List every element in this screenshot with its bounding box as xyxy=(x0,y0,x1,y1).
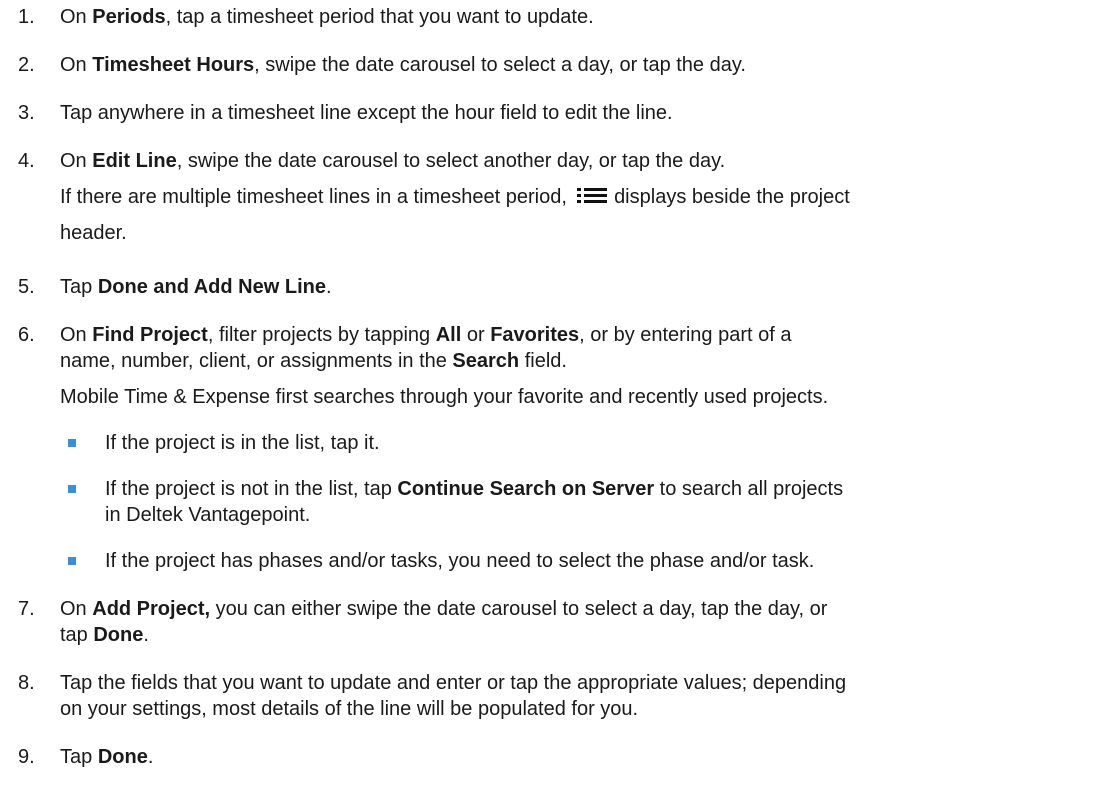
text-run: On xyxy=(60,324,93,346)
note-text: displays beside the project xyxy=(614,186,850,208)
list-icon xyxy=(576,186,607,206)
text-run: in Deltek Vantagepoint. xyxy=(105,504,311,526)
step-text: On Timesheet Hours, swipe the date carou… xyxy=(60,52,1102,79)
text-run: On xyxy=(60,6,93,28)
step-6-line-2: name, number, client, or assignments in … xyxy=(60,348,1102,375)
text-run: Tap xyxy=(60,276,98,298)
step-number: 4. xyxy=(18,150,35,172)
step-text: Tap Done. xyxy=(60,744,1102,771)
text-run: Tap anywhere in a timesheet line except … xyxy=(60,102,673,124)
bold-term: Periods xyxy=(92,6,166,28)
step-number: 5. xyxy=(18,276,35,298)
step-text: Tap Done and Add New Line. xyxy=(60,274,1102,301)
text-run: tap xyxy=(60,624,94,646)
bold-term: Edit Line xyxy=(92,150,177,172)
step-4-note: If there are multiple timesheet lines in… xyxy=(60,184,1102,211)
step-6-note: Mobile Time & Expense first searches thr… xyxy=(60,384,1102,411)
text-run: If the project is in the list, tap it. xyxy=(105,432,380,454)
text-run: , tap a timesheet period that you want t… xyxy=(165,6,594,28)
step-8-line-2: on your settings, most details of the li… xyxy=(60,696,1102,723)
text-run: , or by entering part of a xyxy=(579,324,792,346)
bullet-text: If the project is not in the list, tap C… xyxy=(105,476,1102,503)
text-run: On xyxy=(60,54,93,76)
bullet-text: If the project is in the list, tap it. xyxy=(105,430,1102,457)
bold-term: Add Project, xyxy=(92,598,211,620)
step-4-note-cont: header. xyxy=(60,220,1102,247)
step-text: On Periods, tap a timesheet period that … xyxy=(60,4,1102,31)
bullet-square-icon xyxy=(68,485,76,493)
text-run: you can either swipe the date carousel t… xyxy=(210,598,828,620)
step-number: 7. xyxy=(18,598,35,620)
text-run: or xyxy=(461,324,491,346)
step-number: 1. xyxy=(18,6,35,28)
text-run: Tap the fields that you want to update a… xyxy=(60,672,847,694)
text-run: , swipe the date carousel to select anot… xyxy=(176,150,726,172)
text-run: on your settings, most details of the li… xyxy=(60,698,639,720)
step-text: On Add Project, you can either swipe the… xyxy=(60,596,1102,623)
note-text: Mobile Time & Expense first searches thr… xyxy=(60,386,829,408)
text-run: On xyxy=(60,150,93,172)
step-7-line-2: tap Done. xyxy=(60,622,1102,649)
text-run: , swipe the date carousel to select a da… xyxy=(254,54,746,76)
text-run: . xyxy=(147,746,154,768)
step-text: Tap anywhere in a timesheet line except … xyxy=(60,100,1102,127)
step-number: 3. xyxy=(18,102,35,124)
step-text: name, number, client, or assignments in … xyxy=(60,348,1102,375)
bold-term: Search xyxy=(452,350,520,372)
bullet-text: in Deltek Vantagepoint. xyxy=(105,502,1102,529)
text-run: , filter projects by tapping xyxy=(207,324,436,346)
note-text: header. xyxy=(60,222,127,244)
bullet-text: If the project has phases and/or tasks, … xyxy=(105,548,1102,575)
step-text: Tap the fields that you want to update a… xyxy=(60,670,1102,697)
text-run: Tap xyxy=(60,746,98,768)
step-number: 8. xyxy=(18,672,35,694)
bold-term: Timesheet Hours xyxy=(92,54,255,76)
text-run: name, number, client, or assignments in … xyxy=(60,350,453,372)
text-run: . xyxy=(143,624,149,646)
step-text: tap Done. xyxy=(60,622,1102,649)
text-run: . xyxy=(325,276,332,298)
text-run: to search all projects xyxy=(654,478,844,500)
bullet-square-icon xyxy=(68,439,76,447)
step-number: 2. xyxy=(18,54,35,76)
step-number: 9. xyxy=(18,746,35,768)
bold-term: Continue Search on Server xyxy=(397,478,655,500)
bold-term: Done xyxy=(93,624,144,646)
instruction-document: 1. On Periods, tap a timesheet period th… xyxy=(0,0,1112,793)
text-run: If the project has phases and/or tasks, … xyxy=(105,550,815,572)
text-run: On xyxy=(60,598,93,620)
bold-term: Done and Add New Line xyxy=(97,276,326,298)
bold-term: Find Project xyxy=(92,324,208,346)
bold-term: Favorites xyxy=(490,324,580,346)
bold-term: Done xyxy=(97,746,148,768)
bullet-square-icon xyxy=(68,557,76,565)
bold-term: All xyxy=(435,324,462,346)
note-text: If there are multiple timesheet lines in… xyxy=(60,186,567,208)
step-text: on your settings, most details of the li… xyxy=(60,696,1102,723)
text-run: field. xyxy=(519,350,567,372)
step-text: On Find Project, filter projects by tapp… xyxy=(60,322,1102,349)
step-number: 6. xyxy=(18,324,35,346)
text-run: If the project is not in the list, tap xyxy=(105,478,398,500)
step-text: On Edit Line, swipe the date carousel to… xyxy=(60,148,1102,175)
